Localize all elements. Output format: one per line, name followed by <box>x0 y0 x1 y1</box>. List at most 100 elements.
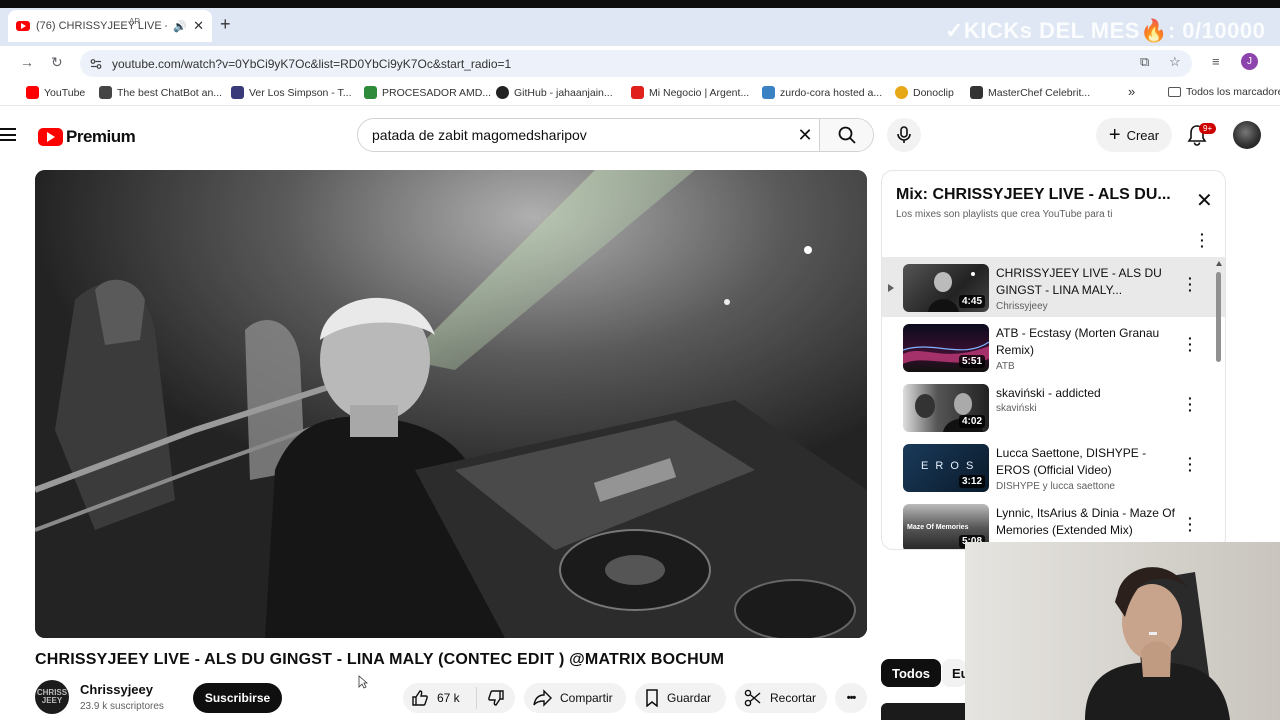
share-button[interactable]: Compartir <box>524 683 626 713</box>
menu-icon[interactable] <box>0 128 16 141</box>
profile-avatar[interactable]: J <box>1241 53 1258 70</box>
channel-name[interactable]: Chrissyjeey <box>80 682 153 697</box>
playlist-scrollbar[interactable] <box>1216 261 1222 549</box>
save-button[interactable]: Guardar <box>635 683 726 713</box>
voice-search-button[interactable] <box>887 118 921 152</box>
save-label: Guardar <box>667 691 712 705</box>
reload-icon[interactable]: ↻ <box>51 54 63 71</box>
omnibox[interactable]: youtube.com/watch?v=0YbCi9yK7Oc&list=RD0… <box>80 50 1192 77</box>
play-icon <box>231 86 244 99</box>
playlist-items: 4:45 CHRISSYJEEY LIVE - ALS DU GINGST - … <box>882 257 1225 549</box>
playlist-item-title: ATB - Ecstasy (Morten Granau Remix) <box>996 326 1160 357</box>
playlist-item-title: CHRISSYJEEY LIVE - ALS DU GINGST - LINA … <box>996 266 1162 297</box>
youtube-premium-logo[interactable]: Premium <box>38 127 136 147</box>
forward-arrow-icon[interactable]: → <box>20 54 34 70</box>
item-menu-icon[interactable]: · · · <box>1188 511 1193 537</box>
channel-avatar[interactable]: CHRISS JEEY <box>35 680 69 714</box>
video-thumbnail: 5:51 <box>903 324 989 372</box>
browser-tab-active[interactable]: (76) CHRISSYJEEY LIVE - ALS 🔊 ✕ <box>8 10 212 42</box>
chip-all[interactable]: Todos <box>881 659 942 687</box>
thumbnail-text: E R O S <box>921 460 976 472</box>
webcam-overlay <box>965 542 1280 720</box>
playlist-item[interactable]: 4:45 CHRISSYJEEY LIVE - ALS DU GINGST - … <box>882 257 1225 317</box>
bookmark-star-icon[interactable]: ☆ <box>1169 54 1181 70</box>
bookmark-label: zurdo-cora hosted a... <box>780 86 883 99</box>
bookmark-label: Ver Los Simpson - T... <box>249 86 352 99</box>
masterchef-icon <box>970 86 983 99</box>
thumbnail-text: Maze Of Memories <box>907 524 969 531</box>
create-label: Crear <box>1126 127 1160 143</box>
all-bookmarks-button[interactable]: Todos los marcadores <box>1168 86 1280 98</box>
bookmark-label: MasterChef Celebrit... <box>988 86 1091 99</box>
dislike-button[interactable] <box>477 689 515 707</box>
bookmark-youtube[interactable]: YouTube <box>26 86 85 99</box>
bookmark-simpsons[interactable]: Ver Los Simpson - T... <box>231 86 352 99</box>
address-bar-row: → ↻ youtube.com/watch?v=0YbCi9yK7Oc&list… <box>0 46 1280 80</box>
tag-icon <box>364 86 377 99</box>
bookmark-github[interactable]: GitHub - jahaanjain... <box>496 86 613 99</box>
chatbot-icon <box>99 86 112 99</box>
playlist-item[interactable]: 5:51 ATB - Ecstasy (Morten Granau Remix)… <box>882 317 1225 377</box>
search-button[interactable] <box>819 119 873 151</box>
item-menu-icon[interactable]: · · · <box>1188 271 1193 297</box>
clip-button[interactable]: Recortar <box>735 683 827 713</box>
bookmarks-bar: YouTube The best ChatBot an... Ver Los S… <box>0 80 1280 106</box>
clip-label: Recortar <box>770 691 817 705</box>
more-actions-button[interactable]: ••• <box>835 683 867 713</box>
scrollbar-thumb[interactable] <box>1216 272 1221 362</box>
chip-partial[interactable]: Eu <box>942 659 966 687</box>
video-duration: 5:51 <box>958 355 985 368</box>
url-text: youtube.com/watch?v=0YbCi9yK7Oc&list=RD0… <box>112 56 512 71</box>
new-tab-button[interactable]: + <box>220 14 231 35</box>
video-thumbnail: 4:02 <box>903 384 989 432</box>
bookmark-label: PROCESADOR AMD... <box>382 86 492 99</box>
playlist-item[interactable]: E R O S 3:12 Lucca Saettone, DISHYPE - E… <box>882 437 1225 497</box>
clear-search-icon[interactable]: ✕ <box>791 125 819 146</box>
mix-playlist-panel: Mix: CHRISSYJEEY LIVE - ALS DU... Los mi… <box>881 170 1226 550</box>
video-duration: 4:45 <box>958 295 985 308</box>
subscribe-button[interactable]: Suscribirse <box>193 683 282 713</box>
account-avatar[interactable] <box>1233 121 1261 149</box>
playlist-menu-icon[interactable]: · · · <box>1200 227 1205 253</box>
bookmark-donoclip[interactable]: Donoclip <box>895 86 954 99</box>
all-bookmarks-label: Todos los marcadores <box>1186 86 1280 98</box>
like-button[interactable]: 67 k <box>403 687 477 709</box>
create-button[interactable]: + Crear <box>1096 118 1172 152</box>
install-app-icon[interactable]: ⧉ <box>1140 54 1149 70</box>
item-menu-icon[interactable]: · · · <box>1188 451 1193 477</box>
bookmark-mi-negocio[interactable]: Mi Negocio | Argent... <box>631 86 749 99</box>
webcam-feed <box>965 542 1280 720</box>
bookmark-procesador[interactable]: PROCESADOR AMD... <box>364 86 491 99</box>
bookmarks-overflow-button[interactable]: » <box>1128 84 1135 99</box>
logo-region: AR <box>129 17 141 26</box>
store-icon <box>631 86 644 99</box>
search-box[interactable]: patada de zabit magomedsharipov ✕ <box>357 118 874 152</box>
tab-title: (76) CHRISSYJEEY LIVE - ALS <box>36 20 167 32</box>
media-controls-icon[interactable]: ≡ <box>1212 54 1220 69</box>
scroll-up-icon[interactable] <box>1216 261 1222 266</box>
item-menu-icon[interactable]: · · · <box>1188 391 1193 417</box>
playlist-item-channel: Chrissyjeey <box>996 301 1048 312</box>
like-dislike-group: 67 k <box>403 683 515 713</box>
search-input[interactable]: patada de zabit magomedsharipov <box>358 127 791 143</box>
bookmark-chatbot[interactable]: The best ChatBot an... <box>99 86 222 99</box>
playlist-title[interactable]: Mix: CHRISSYJEEY LIVE - ALS DU... <box>896 186 1176 204</box>
playlist-item[interactable]: 4:02 skaviński - addicted skaviński · · · <box>882 377 1225 437</box>
bookmark-label: YouTube <box>44 86 86 99</box>
site-settings-icon[interactable] <box>90 58 102 70</box>
close-playlist-icon[interactable]: ✕ <box>1196 191 1213 211</box>
video-player[interactable] <box>35 170 867 638</box>
speaker-icon[interactable]: 🔊 <box>173 20 187 33</box>
microphone-icon <box>897 126 911 143</box>
donoclip-icon <box>895 86 908 99</box>
playlist-item-title: skaviński - addicted <box>996 386 1101 400</box>
item-menu-icon[interactable]: · · · <box>1188 331 1193 357</box>
bookmark-label: The best ChatBot an... <box>117 86 223 99</box>
bookmark-zurdo[interactable]: zurdo-cora hosted a... <box>762 86 882 99</box>
bookmark-masterchef[interactable]: MasterChef Celebrit... <box>970 86 1090 99</box>
playlist-item-channel: DISHYPE y lucca saettone <box>996 481 1115 492</box>
tab-close-icon[interactable]: ✕ <box>193 18 204 34</box>
mouse-cursor-icon <box>358 675 368 689</box>
share-icon <box>533 689 552 707</box>
share-label: Compartir <box>560 691 613 705</box>
